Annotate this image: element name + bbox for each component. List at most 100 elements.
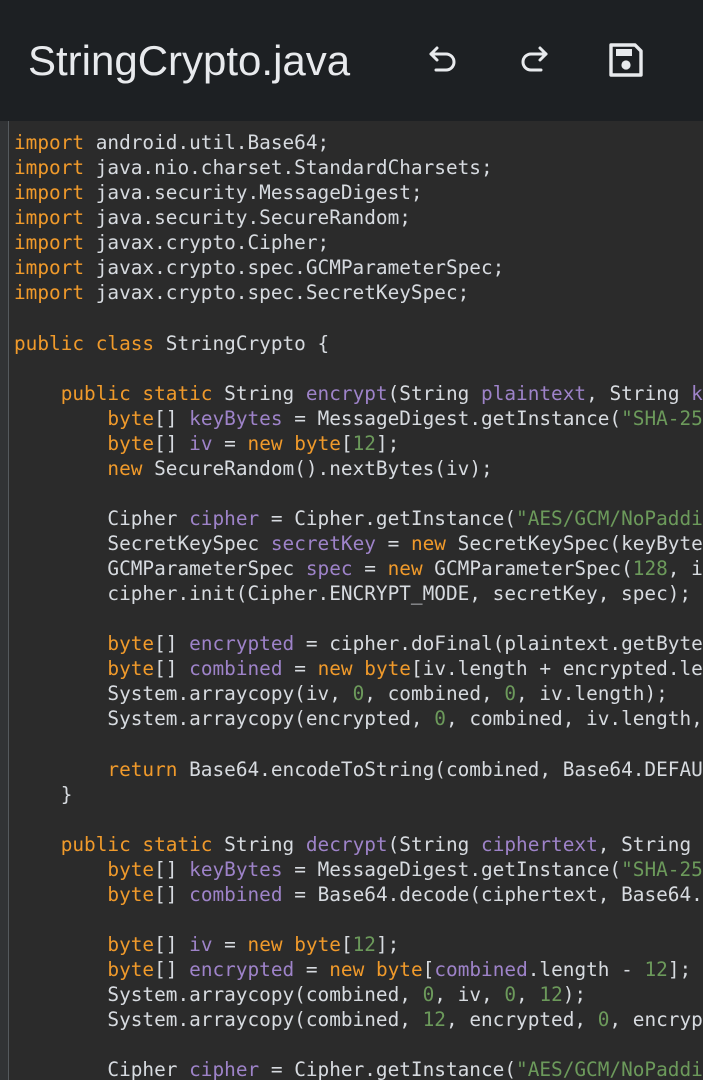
code-token: , encrypted	[609, 1008, 703, 1032]
code-token: (String	[387, 381, 482, 405]
code-token: 12	[539, 983, 563, 1007]
code-line[interactable]	[14, 305, 703, 330]
file-name-title: StringCrypto.java	[28, 37, 351, 84]
undo-button[interactable]	[421, 38, 465, 82]
code-line[interactable]: import java.nio.charset.StandardCharsets…	[14, 155, 703, 180]
code-line[interactable]: public static String decrypt(String ciph…	[14, 832, 703, 857]
code-token: ];	[375, 431, 400, 455]
code-token: , String	[586, 381, 692, 405]
code-token: []	[154, 657, 190, 681]
code-token: = MessageDigest.getInstance(	[282, 857, 622, 881]
code-token: []	[154, 632, 190, 656]
code-line[interactable]	[14, 356, 703, 381]
code-token: =	[294, 958, 330, 982]
code-token: 0	[352, 682, 365, 706]
code-token: []	[154, 857, 190, 881]
code-line[interactable]: import android.util.Base64;	[14, 130, 703, 155]
code-token: GCMParameterSpec(	[422, 557, 633, 581]
code-line[interactable]: byte[] keyBytes = MessageDigest.getInsta…	[14, 857, 703, 882]
code-line[interactable]	[14, 907, 703, 932]
code-token: [	[340, 933, 353, 956]
undo-icon	[425, 42, 461, 78]
code-token: javax.crypto.Cipher;	[84, 231, 330, 255]
code-token: = Cipher.getInstance(	[259, 506, 517, 530]
code-line[interactable]: import java.security.MessageDigest;	[14, 180, 703, 205]
code-line[interactable]: byte[] combined = Base64.decode(cipherte…	[14, 882, 703, 907]
code-token: import	[14, 281, 85, 305]
code-line[interactable]	[14, 807, 703, 832]
code-token: = Cipher.getInstance(	[259, 1058, 517, 1080]
code-token: SecureRandom().nextBytes(iv);	[142, 456, 493, 480]
code-line[interactable]: import javax.crypto.Cipher;	[14, 230, 703, 255]
code-token: []	[154, 933, 190, 956]
code-line[interactable]: import java.security.SecureRandom;	[14, 205, 703, 230]
code-line[interactable]: System.arraycopy(combined, 0, iv, 0, 12)…	[14, 982, 703, 1007]
code-line[interactable]: Cipher cipher = Cipher.getInstance("AES/…	[14, 506, 703, 531]
code-token: []	[154, 406, 190, 430]
code-token: =	[212, 933, 248, 956]
code-token: = MessageDigest.getInstance(	[282, 406, 622, 430]
code-token: System.arraycopy(combined,	[14, 1008, 423, 1032]
code-token: 12	[422, 1008, 446, 1032]
code-token: .length -	[527, 958, 645, 982]
code-token: public class	[14, 331, 155, 355]
code-token: =	[352, 557, 388, 581]
code-token: 0	[504, 682, 517, 706]
code-line[interactable]	[14, 481, 703, 506]
code-token: 12	[644, 958, 668, 982]
code-token: 12	[352, 431, 376, 455]
code-token: keyBytes	[189, 857, 283, 881]
code-token: java.security.SecureRandom;	[84, 206, 411, 230]
code-line[interactable]: cipher.init(Cipher.ENCRYPT_MODE, secretK…	[14, 581, 703, 606]
code-line[interactable]: return Base64.encodeToString(combined, B…	[14, 757, 703, 782]
code-token: new byte	[317, 657, 411, 681]
code-token: byte	[107, 632, 155, 656]
save-button[interactable]	[604, 38, 648, 82]
code-token: ciphertext	[481, 832, 598, 856]
redo-button[interactable]	[512, 38, 556, 82]
code-token: 0	[504, 983, 517, 1007]
code-line[interactable]: System.arraycopy(combined, 12 , encrypted…	[14, 1007, 703, 1032]
code-token: byte	[107, 933, 155, 956]
code-line[interactable]: System.arraycopy(iv, 0, combined, 0, iv.…	[14, 681, 703, 706]
code-line[interactable]: GCMParameterSpec spec = new GCMParameter…	[14, 556, 703, 581]
code-token: , iv,	[434, 983, 505, 1007]
code-line[interactable]: byte[] encrypted = cipher.doFinal(plaint…	[14, 631, 703, 656]
code-token: new byte	[247, 431, 341, 455]
code-line[interactable]	[14, 606, 703, 631]
code-editor[interactable]: import android.util.Base64; import java.n…	[0, 121, 703, 1080]
code-line[interactable]: public class StringCrypto {	[14, 331, 703, 356]
code-token: encrypted	[189, 632, 295, 656]
code-line[interactable]: byte[] combined = new byte[iv.length + e…	[14, 656, 703, 681]
code-line[interactable]: byte[] encrypted = new byte[combined.len…	[14, 957, 703, 982]
code-line[interactable]: byte[] iv = new byte[12];	[14, 431, 703, 456]
code-token: import	[14, 256, 85, 280]
code-line[interactable]: Cipher cipher = Cipher.getInstance("AES/…	[14, 1057, 703, 1080]
code-token: byte	[107, 882, 155, 906]
code-line[interactable]	[14, 732, 703, 757]
code-line[interactable]: byte[] iv = new byte[12];	[14, 932, 703, 957]
code-line[interactable]: }	[14, 782, 703, 807]
code-line[interactable]: public static String encrypt(String plai…	[14, 381, 703, 406]
code-token: cipher	[189, 506, 260, 530]
code-token: new	[387, 557, 423, 581]
code-line[interactable]: new SecureRandom().nextBytes(iv);	[14, 456, 703, 481]
code-token: import	[14, 131, 85, 154]
editor-toolbar: StringCrypto.java	[0, 0, 703, 121]
code-token: , iv);	[667, 557, 703, 581]
code-line[interactable]: byte[] keyBytes = MessageDigest.getInsta…	[14, 406, 703, 431]
code-line[interactable]	[14, 1032, 703, 1057]
code-token: import	[14, 206, 85, 230]
code-token: decrypt	[305, 832, 388, 856]
code-line[interactable]: import javax.crypto.spec.SecretKeySpec;	[14, 280, 703, 305]
code-line[interactable]: System.arraycopy(encrypted, 0, combined,…	[14, 706, 703, 731]
code-token: combined	[434, 958, 528, 982]
code-token: , combined,	[364, 682, 505, 706]
code-token: System.arraycopy(encrypted,	[14, 707, 435, 731]
code-line[interactable]: SecretKeySpec secretKey = new SecretKeyS…	[14, 531, 703, 556]
code-line[interactable]: import javax.crypto.spec.GCMParameterSpe…	[14, 255, 703, 280]
